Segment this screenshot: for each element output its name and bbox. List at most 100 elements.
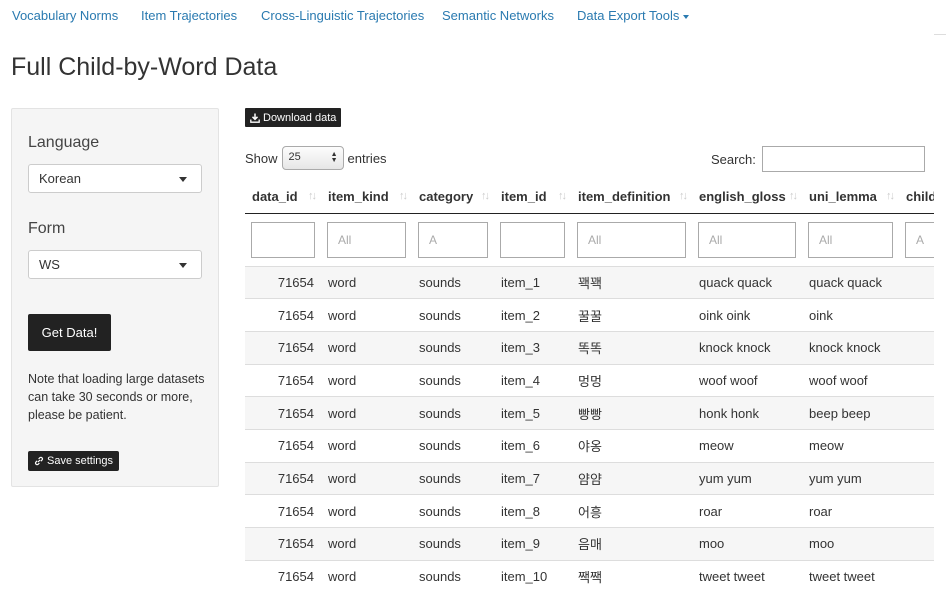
cell-item-definition: 얌얌 (571, 461, 692, 495)
column-filter-input[interactable]: A (418, 221, 488, 258)
language-select-value: Korean (39, 171, 81, 186)
cell-child (899, 298, 934, 332)
table-row[interactable]: 71654 word sounds item_1 꽥꽥 quack quack quack … (245, 265, 934, 299)
cell-item-id: item_2 (494, 298, 571, 332)
data-table: data_id ↑↓ item_kind ↑↓ category ↑↓ item_id ↑↓ i… (245, 181, 934, 593)
column-header-item-kind[interactable]: item_kind ↑↓ (321, 181, 412, 214)
language-select[interactable]: Korean (28, 164, 202, 193)
page-length-control: Show 25 ▲ ▼ entries (245, 146, 387, 170)
table-row[interactable]: 71654 word sounds item_4 멍멍 woof woof woof woo… (245, 363, 934, 397)
table-row[interactable]: 71654 word sounds item_5 빵빵 honk honk beep bee… (245, 396, 934, 430)
nav-item-trajectories[interactable]: Item Trajectories (141, 8, 237, 23)
cell-item-id: item_7 (494, 461, 571, 495)
sidebar-panel: Language Korean Form WS Get Data! Note t… (11, 108, 219, 487)
table-row[interactable]: 71654 word sounds item_3 똑똑 knock knock knock … (245, 330, 934, 365)
column-filter-input[interactable] (251, 221, 315, 258)
cell-data-id: 71654 (245, 363, 321, 397)
cell-data-id: 71654 (245, 265, 321, 299)
table-row[interactable]: 71654 word sounds item_9 음매 moo moo (245, 527, 934, 561)
cell-item-id: item_4 (494, 363, 571, 397)
cell-item-definition: 똑똑 (571, 330, 692, 365)
filter-cell (245, 213, 321, 267)
cell-child (899, 396, 934, 430)
column-filter-input[interactable]: All (808, 221, 893, 258)
nav-vocabulary-norms[interactable]: Vocabulary Norms (12, 8, 118, 23)
table-body: 71654 word sounds item_1 꽥꽥 quack quack quack … (245, 265, 934, 593)
table-row[interactable]: 71654 word sounds item_7 얌얌 yum yum yum yum (245, 461, 934, 495)
table-row[interactable]: 71654 word sounds item_2 꿀꿀 oink oink oink (245, 298, 934, 332)
cell-uni-lemma: meow (802, 428, 899, 463)
download-data-button[interactable]: Download data (245, 108, 342, 127)
cell-item-definition: 어흥 (571, 494, 692, 528)
header-row: data_id ↑↓ item_kind ↑↓ category ↑↓ item_id ↑↓ i… (245, 181, 934, 214)
cell-uni-lemma: knock knock (802, 330, 899, 365)
cell-uni-lemma: moo (802, 527, 899, 561)
cell-child (899, 330, 934, 365)
caret-down-icon (179, 177, 187, 182)
column-header-data-id[interactable]: data_id ↑↓ (245, 181, 321, 214)
table-row[interactable]: 71654 word sounds item_10 짹짹 tweet tweet tweet… (245, 559, 934, 593)
cell-item-definition: 꽥꽥 (571, 265, 692, 299)
cell-uni-lemma: oink (802, 298, 899, 332)
column-filter-input[interactable]: All (577, 221, 686, 258)
cell-item-id: item_9 (494, 527, 571, 561)
column-header-category[interactable]: category ↑↓ (412, 181, 494, 214)
table-row[interactable]: 71654 word sounds item_8 어흥 roar roar (245, 494, 934, 528)
cell-item-id: item_1 (494, 265, 571, 299)
filter-cell: All (802, 213, 899, 267)
cell-item-kind: word (321, 428, 412, 463)
data-table-container[interactable]: data_id ↑↓ item_kind ↑↓ category ↑↓ item_id ↑↓ i… (245, 181, 934, 597)
cell-data-id: 71654 (245, 494, 321, 528)
cell-item-kind: word (321, 527, 412, 561)
cell-english-gloss: roar (692, 494, 802, 528)
download-icon (250, 113, 260, 123)
get-data-button[interactable]: Get Data! (28, 314, 111, 351)
save-settings-button[interactable]: Save settings (28, 451, 120, 471)
sort-icon: ↑↓ (789, 190, 798, 202)
nav-data-export-tools[interactable]: Data Export Tools (577, 8, 690, 23)
cell-item-id: item_8 (494, 494, 571, 528)
page-length-select[interactable]: 25 ▲ ▼ (281, 146, 344, 170)
table-row[interactable]: 71654 word sounds item_6 야옹 meow meow (245, 428, 934, 463)
cell-category: sounds (412, 461, 494, 495)
column-filter-input[interactable]: A (905, 221, 934, 258)
column-header-uni-lemma[interactable]: uni_lemma ↑↓ (802, 181, 899, 214)
cell-category: sounds (412, 494, 494, 528)
cell-item-definition: 빵빵 (571, 396, 692, 430)
cell-uni-lemma: tweet tweet (802, 559, 899, 593)
up-down-arrows-icon: ▲ ▼ (330, 151, 338, 164)
nav-cross-linguistic-trajectories[interactable]: Cross-Linguistic Trajectories (261, 8, 424, 23)
sort-icon: ↑↓ (399, 190, 408, 202)
cell-item-id: item_6 (494, 428, 571, 463)
cell-category: sounds (412, 265, 494, 299)
form-select[interactable]: WS (28, 250, 202, 279)
cell-data-id: 71654 (245, 559, 321, 593)
column-header-english-gloss[interactable]: english_gloss ↑↓ (692, 181, 802, 214)
nav-semantic-networks[interactable]: Semantic Networks (442, 8, 554, 23)
nav-divider (934, 34, 946, 35)
search-input[interactable] (761, 146, 925, 172)
filter-cell: All (692, 213, 802, 267)
cell-data-id: 71654 (245, 527, 321, 561)
column-header-item-id[interactable]: item_id ↑↓ (494, 181, 571, 214)
column-header-item-definition[interactable]: item_definition ↑↓ (571, 181, 692, 214)
cell-english-gloss: moo (692, 527, 802, 561)
cell-item-kind: word (321, 363, 412, 397)
column-header-label: uni_lemma (809, 189, 877, 205)
table-search: Search: (711, 146, 925, 172)
cell-uni-lemma: beep beep (802, 396, 899, 430)
cell-uni-lemma: yum yum (802, 461, 899, 495)
cell-item-id: item_5 (494, 396, 571, 430)
cell-uni-lemma: woof woof (802, 363, 899, 397)
column-filter-input[interactable]: All (698, 221, 796, 258)
sort-icon: ↑↓ (558, 190, 567, 202)
cell-item-kind: word (321, 396, 412, 430)
cell-child (899, 428, 934, 463)
top-nav: Vocabulary Norms Item Trajectories Cross… (0, 0, 946, 34)
column-header-child[interactable]: child (899, 181, 934, 214)
cell-uni-lemma: roar (802, 494, 899, 528)
column-header-label: item_id (501, 189, 547, 205)
column-filter-input[interactable]: All (327, 221, 406, 258)
cell-item-definition: 꿀꿀 (571, 298, 692, 332)
column-filter-input[interactable] (500, 221, 565, 258)
